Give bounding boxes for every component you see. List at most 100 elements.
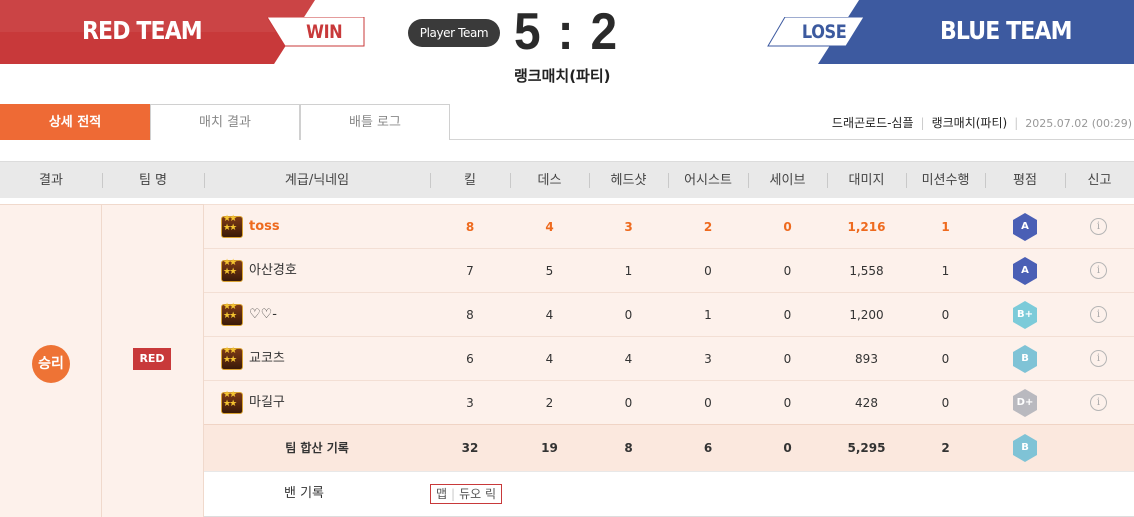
ban-item: 맵: [436, 487, 448, 501]
map-name: 드래곤로드-심플: [831, 116, 914, 130]
rank-icon: [221, 302, 243, 326]
total-grade-badge: B: [1013, 434, 1037, 462]
player-nickname[interactable]: toss: [249, 205, 429, 249]
rank-icon: [221, 258, 243, 282]
player-kill: 6: [466, 352, 474, 366]
player-damage: 428: [855, 396, 878, 410]
player-row: 마길구 3 2 0 0 0 428 0 D+ i: [204, 380, 1134, 424]
player-kill: 8: [465, 220, 475, 234]
player-damage: 1,558: [849, 264, 884, 278]
player-assist: 2: [703, 220, 713, 234]
player-save: 0: [783, 308, 792, 322]
player-mission: 1: [941, 220, 950, 234]
col-team: 팀 명: [138, 173, 168, 188]
player-row: 아산경호 7 5 1 0 0 1,558 1 Ai: [204, 248, 1134, 292]
grade-badge: A: [1013, 213, 1037, 241]
total-headshot: 8: [624, 441, 633, 455]
player-death: 5: [545, 264, 554, 278]
grade-badge: B+: [1013, 301, 1037, 329]
player-damage: 893: [855, 352, 878, 366]
col-damage: 대미지: [848, 173, 885, 188]
rank-icon: [221, 390, 243, 414]
match-meta: 드래곤로드-심플 | 랭크매치(파티) | 2025.07.02 (00:29): [831, 116, 1132, 130]
col-death: 데스: [537, 173, 562, 188]
player-assist: 0: [704, 264, 712, 278]
player-headshot: 3: [624, 220, 633, 234]
grade-badge: D+: [1013, 389, 1037, 417]
player-mission: 0: [941, 308, 950, 322]
player-assist: 3: [704, 352, 712, 366]
player-nickname[interactable]: 교코츠: [249, 337, 429, 381]
player-death: 4: [545, 352, 554, 366]
rank-icon: [221, 214, 243, 238]
total-save: 0: [783, 441, 792, 455]
match-datetime: 2025.07.02 (00:29): [1025, 117, 1132, 130]
team-total-row: 팀 합산 기록 32 19 8 6 0 5,295 2 B: [204, 424, 1134, 471]
player-kill: 7: [466, 264, 474, 278]
report-info-icon[interactable]: i: [1090, 262, 1107, 279]
grade-badge: B: [1013, 345, 1037, 373]
player-nickname[interactable]: ♡♡-: [249, 293, 429, 337]
match-header: RED TEAM WIN Player Team 5 : 2 랭크매치(파티) …: [0, 0, 1134, 85]
report-info-icon[interactable]: i: [1090, 350, 1107, 367]
blue-team-name: BLUE TEAM: [940, 16, 1072, 45]
player-headshot: 0: [624, 396, 633, 410]
player-row: 교코츠 6 4 4 3 0 893 0 Bi: [204, 336, 1134, 380]
col-save: 세이브: [769, 173, 806, 188]
player-death: 4: [545, 308, 554, 322]
report-info-icon[interactable]: i: [1090, 306, 1107, 323]
table-header: 결과 팀 명 계급/닉네임 킬 데스 헤드샷 어시스트 세이브 대미지 미션수행…: [0, 161, 1134, 198]
col-nickname: 계급/닉네임: [284, 173, 350, 188]
tab-match-result[interactable]: 매치 결과: [150, 104, 300, 140]
ban-list: 맵 | 듀오 릭: [430, 484, 503, 504]
meta-mode: 랭크매치(파티): [931, 116, 1008, 130]
total-kill: 32: [461, 441, 479, 455]
ban-label: 밴 기록: [284, 486, 325, 501]
player-mission: 0: [941, 396, 950, 410]
player-mission: 1: [941, 264, 950, 278]
player-team-badge: Player Team: [408, 19, 500, 47]
col-mission: 미션수행: [921, 173, 970, 188]
player-row: ♡♡- 8 4 0 1 0 1,200 0 B+ i: [204, 292, 1134, 336]
victory-badge: 승리: [32, 345, 70, 383]
player-kill: 3: [466, 396, 474, 410]
report-info-icon[interactable]: i: [1090, 218, 1107, 235]
total-assist: 6: [703, 441, 713, 455]
ban-item: 듀오 릭: [459, 487, 497, 501]
ban-record-row: 밴 기록 맵 | 듀오 릭: [204, 471, 1134, 517]
player-row: toss 8 4 3 2 0 1,216 1 Ai: [204, 204, 1134, 248]
player-death: 2: [545, 396, 554, 410]
col-report: 신고: [1087, 173, 1112, 188]
total-death: 19: [541, 441, 558, 455]
player-headshot: 4: [624, 352, 633, 366]
tab-battle-log[interactable]: 배틀 로그: [300, 104, 450, 140]
lose-label: LOSE: [801, 21, 847, 43]
player-headshot: 0: [624, 308, 633, 322]
grade-badge: A: [1013, 257, 1037, 285]
report-info-icon[interactable]: i: [1090, 394, 1107, 411]
player-assist: 0: [704, 396, 712, 410]
col-grade: 평점: [1013, 173, 1037, 188]
tab-detail-record[interactable]: 상세 전적: [0, 104, 150, 140]
player-assist: 1: [704, 308, 712, 322]
player-kill: 8: [466, 308, 474, 322]
player-save: 0: [783, 352, 792, 366]
player-mission: 0: [941, 352, 950, 366]
player-nickname[interactable]: 마길구: [249, 381, 429, 425]
player-save: 0: [783, 264, 792, 278]
player-headshot: 1: [624, 264, 633, 278]
col-headshot: 헤드샷: [610, 173, 647, 188]
col-assist: 어시스트: [684, 173, 732, 188]
match-type: 랭크매치(파티): [514, 67, 611, 85]
player-nickname[interactable]: 아산경호: [249, 249, 429, 293]
red-team-name: RED TEAM: [82, 16, 203, 45]
team-red-badge: RED: [133, 348, 171, 370]
team-cell: RED: [102, 204, 204, 517]
col-kill: 킬: [464, 173, 476, 188]
total-damage: 5,295: [847, 441, 886, 455]
player-death: 4: [545, 220, 554, 234]
win-label: WIN: [306, 21, 343, 43]
player-damage: 1,216: [847, 220, 886, 234]
total-mission: 2: [941, 441, 950, 455]
match-score: 5 : 2: [514, 3, 619, 61]
